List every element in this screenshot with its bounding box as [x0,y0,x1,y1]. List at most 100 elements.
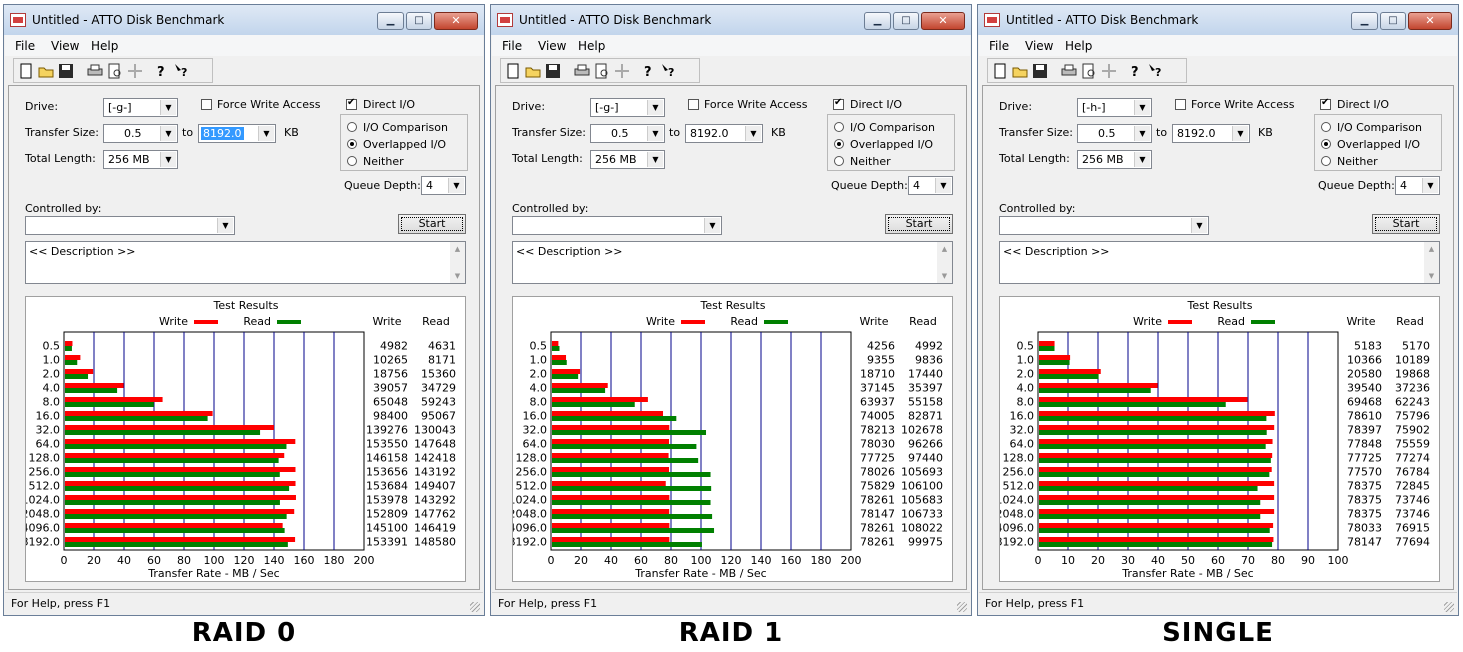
help-button[interactable]: ? [1126,62,1144,80]
total-length-label: Total Length: [512,152,583,165]
queue-depth-select[interactable]: 4 ▼ [908,176,953,195]
write-value: 153656 [366,466,408,479]
resize-grip-icon[interactable] [957,602,967,612]
direct-io-checkbox[interactable] [833,97,844,110]
open-folder-button[interactable] [37,62,55,80]
menu-file[interactable]: File [15,39,35,53]
transfer-size-to-select[interactable]: 8192.0 ▼ [1172,124,1250,143]
move-arrows-button[interactable] [126,62,144,80]
force-write-checkbox[interactable] [688,99,699,110]
new-document-button[interactable] [991,62,1009,80]
neither-radio[interactable] [347,156,357,166]
overlapped-io-radio[interactable] [347,139,357,149]
print-preview-button[interactable] [593,62,611,80]
print-button[interactable] [86,62,104,80]
io-comparison-radio[interactable] [347,122,357,132]
queue-depth-select[interactable]: 4 ▼ [1395,176,1440,195]
menu-file[interactable]: File [502,39,522,53]
x-tick-label: 40 [117,554,131,567]
neither-radio[interactable] [834,156,844,166]
start-button[interactable]: Start [1372,214,1440,234]
resize-grip-icon[interactable] [1444,602,1454,612]
transfer-size-from-select[interactable]: 0.5 ▼ [1077,124,1152,143]
move-arrows-button[interactable] [613,62,631,80]
controlled-by-select[interactable]: ▼ [512,216,722,235]
maximize-button[interactable]: □ [893,12,919,30]
print-button[interactable] [573,62,591,80]
save-disk-button[interactable] [544,62,562,80]
transfer-size-to-select[interactable]: 8192.0 ▼ [685,124,763,143]
context-help-button[interactable]: ? [172,62,190,80]
open-folder-button[interactable] [1011,62,1029,80]
controlled-by-select[interactable]: ▼ [999,216,1209,235]
transfer-size-label: Transfer Size: [512,126,587,139]
maximize-button[interactable]: □ [1380,12,1406,30]
total-length-select[interactable]: 256 MB ▼ [590,150,665,169]
queue-depth-select[interactable]: 4 ▼ [421,176,466,195]
context-help-button[interactable]: ? [659,62,677,80]
help-button[interactable]: ? [152,62,170,80]
description-textarea[interactable]: << Description >> ▲ ▼ [25,241,466,284]
transfer-size-from-select[interactable]: 0.5 ▼ [103,124,178,143]
move-arrows-icon [1102,64,1116,78]
total-length-select[interactable]: 256 MB ▼ [1077,150,1152,169]
direct-io-checkbox[interactable] [1320,97,1331,110]
new-document-button[interactable] [17,62,35,80]
close-button[interactable]: ✕ [1408,12,1452,30]
maximize-button[interactable]: □ [406,12,432,30]
title-bar[interactable]: Untitled - ATTO Disk Benchmark ▁ □ ✕ [978,5,1458,35]
open-folder-button[interactable] [524,62,542,80]
menu-help[interactable]: Help [91,39,118,53]
chevron-down-icon: ▼ [1134,126,1150,141]
move-arrows-button[interactable] [1100,62,1118,80]
description-textarea[interactable]: << Description >> ▲ ▼ [999,241,1440,284]
print-preview-button[interactable] [106,62,124,80]
close-button[interactable]: ✕ [434,12,478,30]
description-textarea[interactable]: << Description >> ▲ ▼ [512,241,953,284]
context-help-button[interactable]: ? [1146,62,1164,80]
total-length-label: Total Length: [999,152,1070,165]
minimize-button[interactable]: ▁ [377,12,404,30]
start-button[interactable]: Start [398,214,466,234]
transfer-size-from-select[interactable]: 0.5 ▼ [590,124,665,143]
print-button[interactable] [1060,62,1078,80]
description-scrollbar[interactable]: ▲ ▼ [937,242,952,283]
minimize-button[interactable]: ▁ [864,12,891,30]
description-scrollbar[interactable]: ▲ ▼ [1424,242,1439,283]
force-write-checkbox[interactable] [201,99,212,110]
minimize-button[interactable]: ▁ [1351,12,1378,30]
menu-view[interactable]: View [1025,39,1053,53]
total-length-select[interactable]: 256 MB ▼ [103,150,178,169]
title-bar[interactable]: Untitled - ATTO Disk Benchmark ▁ □ ✕ [491,5,971,35]
write-value: 77725 [1347,452,1382,465]
save-disk-button[interactable] [57,62,75,80]
print-preview-button[interactable] [1080,62,1098,80]
title-bar[interactable]: Untitled - ATTO Disk Benchmark ▁ □ ✕ [4,5,484,35]
io-comparison-radio[interactable] [1321,122,1331,132]
controlled-by-select[interactable]: ▼ [25,216,235,235]
drive-select[interactable]: [-h-] ▼ [1077,98,1152,117]
description-scrollbar[interactable]: ▲ ▼ [450,242,465,283]
force-write-checkbox[interactable] [1175,99,1186,110]
save-disk-button[interactable] [1031,62,1049,80]
transfer-size-to-select[interactable]: 8192.0 ▼ [198,124,276,143]
menu-view[interactable]: View [51,39,79,53]
help-button[interactable]: ? [639,62,657,80]
drive-select[interactable]: [-g-] ▼ [590,98,665,117]
test-results-panel: Test Results Write Read Write Read 0 10 20 30 40 5… [999,296,1440,582]
drive-select[interactable]: [-g-] ▼ [103,98,178,117]
overlapped-io-radio[interactable] [834,139,844,149]
io-comparison-radio[interactable] [834,122,844,132]
close-button[interactable]: ✕ [921,12,965,30]
menu-file[interactable]: File [989,39,1009,53]
new-document-button[interactable] [504,62,522,80]
menu-help[interactable]: Help [1065,39,1092,53]
menu-help[interactable]: Help [578,39,605,53]
neither-radio[interactable] [1321,156,1331,166]
resize-grip-icon[interactable] [470,602,480,612]
menu-view[interactable]: View [538,39,566,53]
write-bar [65,425,274,430]
direct-io-checkbox[interactable] [346,97,357,110]
start-button[interactable]: Start [885,214,953,234]
overlapped-io-radio[interactable] [1321,139,1331,149]
